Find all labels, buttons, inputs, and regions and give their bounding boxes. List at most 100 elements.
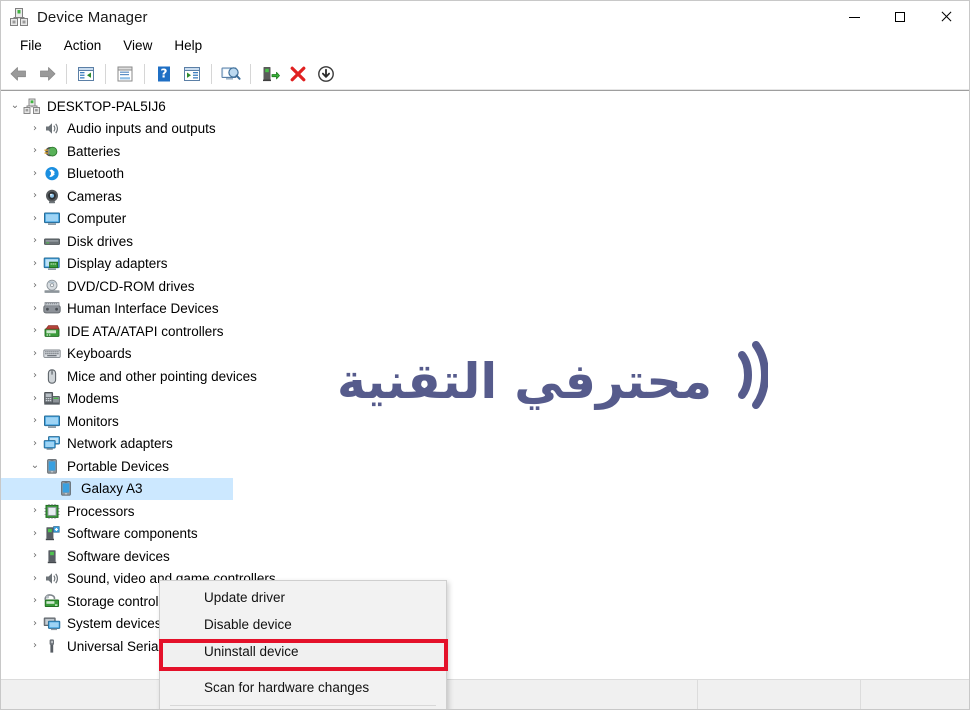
disable-device-button[interactable]: [312, 61, 340, 87]
tree-item-cameras[interactable]: › Cameras: [1, 185, 969, 208]
context-menu-item-scan-for-hardware-changes[interactable]: Scan for hardware changes: [160, 674, 446, 701]
tree-item-disk-drives[interactable]: › Disk drives: [1, 230, 969, 253]
tree-item-label: IDE ATA/ATAPI controllers: [67, 323, 224, 339]
tree-item-label: DVD/CD-ROM drives: [67, 278, 195, 294]
chevron-right-icon[interactable]: ›: [27, 348, 43, 359]
tree-item-label: Network adapters: [67, 436, 173, 451]
tree-item-storage-controllers[interactable]: › Storage controllers: [1, 590, 969, 613]
menu-action[interactable]: Action: [53, 35, 113, 57]
status-pane-tertiary: [861, 680, 969, 709]
chevron-right-icon[interactable]: ›: [27, 258, 43, 269]
chevron-down-icon[interactable]: ⌄: [7, 101, 23, 111]
help-button[interactable]: ?: [150, 61, 178, 87]
device-manager-window: Device Manager File Action View Help ? ⌄…: [0, 0, 970, 710]
context-menu-item-update-driver[interactable]: Update driver: [160, 584, 446, 611]
hid-icon: [43, 300, 61, 317]
chevron-right-icon[interactable]: ›: [27, 393, 43, 404]
chevron-right-icon[interactable]: ›: [27, 168, 43, 179]
chevron-right-icon[interactable]: ›: [27, 146, 43, 156]
tree-item-label: Display adapters: [67, 256, 168, 271]
tree-item-audio-inputs-and-outputs[interactable]: › Audio inputs and outputs: [1, 118, 969, 141]
properties-button[interactable]: [111, 61, 139, 87]
uninstall-device-button[interactable]: [284, 61, 312, 87]
watermark: محترفي التقنية: [337, 339, 769, 423]
tree-item-label: Software components: [67, 526, 198, 541]
disable-device-icon: [318, 66, 334, 82]
menu-file[interactable]: File: [9, 35, 53, 57]
update-driver-button[interactable]: [217, 61, 245, 87]
ide-controller-icon: [43, 323, 61, 340]
chevron-right-icon[interactable]: ›: [27, 416, 43, 426]
chevron-right-icon[interactable]: ›: [27, 506, 43, 516]
tree-item-galaxy-device[interactable]: Galaxy A3: [1, 477, 233, 500]
tree-item-software-components[interactable]: › Software components: [1, 523, 969, 546]
context-menu-separator: [170, 705, 436, 706]
tree-item-processors[interactable]: › Processors: [1, 500, 969, 523]
chevron-right-icon[interactable]: ›: [27, 573, 43, 584]
help-icon: ?: [158, 66, 170, 82]
tree-item-sound-video-and-game-controllers[interactable]: › Sound, video and game controllers: [1, 568, 969, 591]
enable-device-icon: [263, 67, 280, 82]
tree-item-label: Processors: [67, 503, 135, 519]
chevron-right-icon[interactable]: ›: [27, 528, 43, 539]
tree-item-human-interface-devices[interactable]: › Human Interface Devices: [1, 298, 969, 321]
tree-item-display-adapters[interactable]: › Display adapters: [1, 253, 969, 276]
tree-item-label: Portable Devices: [67, 458, 170, 474]
maximize-button[interactable]: [877, 1, 923, 33]
portable-device-icon: [43, 458, 61, 475]
toolbar-separator: [105, 64, 106, 84]
tree-item-system-devices[interactable]: › System devices: [1, 613, 969, 636]
toolbar-separator: [211, 64, 212, 84]
chevron-right-icon[interactable]: ›: [27, 551, 43, 561]
tree-item-label: Galaxy A3: [81, 481, 143, 496]
chevron-right-icon[interactable]: ›: [27, 236, 43, 246]
tree-item-bluetooth[interactable]: › Bluetooth: [1, 163, 969, 186]
chevron-right-icon[interactable]: ›: [27, 596, 43, 606]
scan-hardware-changes-button[interactable]: [178, 61, 206, 87]
chevron-right-icon[interactable]: ›: [27, 618, 43, 629]
content-pane: ⌄ DESKTOP-PAL5IJ6 › Audio inputs and out…: [1, 90, 969, 709]
tree-item-dvd-cd-rom-drives[interactable]: › DVD/CD-ROM drives: [1, 275, 969, 298]
tree-item-label: Cameras: [67, 188, 122, 204]
disk-drive-icon: [43, 233, 61, 250]
context-menu-item-uninstall-device[interactable]: Uninstall device: [160, 638, 446, 665]
menu-help[interactable]: Help: [163, 35, 213, 57]
close-button[interactable]: [923, 1, 969, 33]
chevron-right-icon[interactable]: ›: [27, 123, 43, 134]
tree-item-software-devices[interactable]: › Software devices: [1, 545, 969, 568]
chevron-right-icon[interactable]: ›: [27, 213, 43, 224]
back-button[interactable]: [5, 61, 33, 87]
chevron-right-icon[interactable]: ›: [27, 371, 43, 381]
chevron-right-icon[interactable]: ›: [27, 281, 43, 291]
show-hide-console-tree-button[interactable]: [72, 61, 100, 87]
minimize-button[interactable]: [831, 1, 877, 33]
tree-root-desktop[interactable]: ⌄ DESKTOP-PAL5IJ6: [1, 95, 969, 118]
processor-icon: [43, 503, 61, 520]
tree-item-label: Bluetooth: [67, 166, 125, 181]
toolbar-separator: [250, 64, 251, 84]
chevron-right-icon[interactable]: ›: [27, 438, 43, 449]
tree-item-portable-devices[interactable]: ⌄ Portable Devices: [1, 455, 969, 478]
speaker-icon: [43, 120, 61, 137]
menu-view[interactable]: View: [112, 35, 163, 57]
tree-item-label: Human Interface Devices: [67, 301, 219, 316]
forward-button[interactable]: [33, 61, 61, 87]
toolbar-separator: [144, 64, 145, 84]
chevron-right-icon[interactable]: ›: [27, 326, 43, 336]
tree-item-network-adapters[interactable]: › Network adapters: [1, 433, 969, 456]
enable-device-button[interactable]: [256, 61, 284, 87]
forward-icon: [40, 67, 56, 81]
tree-item-computer[interactable]: › Computer: [1, 208, 969, 231]
chevron-down-icon[interactable]: ⌄: [27, 461, 43, 471]
tree-item-universal-serial-bus-controllers[interactable]: › Universal Serial Bus controllers: [1, 635, 969, 658]
storage-controller-icon: [43, 593, 61, 610]
tree-item-batteries[interactable]: › Batteries: [1, 140, 969, 163]
chevron-right-icon[interactable]: ›: [27, 191, 43, 201]
update-driver-icon: [221, 67, 241, 80]
monitor-icon: [43, 210, 61, 227]
chevron-right-icon[interactable]: ›: [27, 303, 43, 314]
chevron-right-icon[interactable]: ›: [27, 641, 43, 651]
properties-icon: [117, 66, 133, 82]
show-hide-console-tree-icon: [78, 67, 94, 81]
context-menu-item-disable-device[interactable]: Disable device: [160, 611, 446, 638]
